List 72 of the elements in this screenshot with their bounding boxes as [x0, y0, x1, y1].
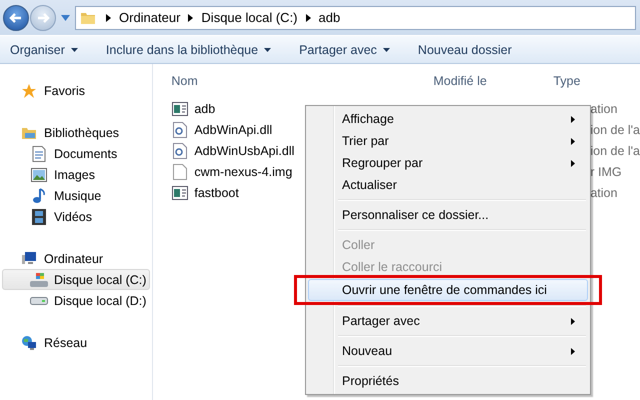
sidebar-label: Bibliothèques: [44, 126, 120, 140]
chevron-icon[interactable]: [306, 14, 311, 22]
toolbar-button[interactable]: Partager avec: [299, 42, 390, 56]
sidebar-item[interactable]: Disque local (C:): [2, 269, 150, 290]
sidebar-item[interactable]: Vidéos: [0, 206, 152, 227]
caret-icon: [264, 48, 272, 52]
drive-icon: [30, 272, 48, 288]
menu-item[interactable]: Trier par: [308, 130, 588, 152]
breadcrumb[interactable]: Disque local (C:): [201, 10, 298, 25]
menu-item[interactable]: Nouveau: [308, 340, 588, 362]
submenu-arrow-icon: [571, 348, 575, 354]
sidebar-label: Ordinateur: [44, 252, 104, 266]
sidebar-label: Disque local (D:): [54, 294, 146, 308]
submenu-arrow-icon: [571, 138, 575, 144]
file-type: ion de l'a: [590, 122, 640, 136]
sidebar-label: Disque local (C:): [54, 272, 146, 286]
file-type: ation: [590, 186, 618, 200]
star-icon: [21, 82, 37, 98]
sidebar-label: Réseau: [44, 336, 88, 350]
toolbar-button[interactable]: Inclure dans la bibliothèque: [106, 42, 272, 56]
chevron-icon[interactable]: [106, 14, 111, 22]
application-icon: [172, 102, 188, 116]
file-type: ion de l'a: [590, 144, 640, 158]
breadcrumb[interactable]: Ordinateur: [119, 10, 180, 25]
film-icon: [32, 208, 46, 224]
file-type: ation: [590, 102, 618, 116]
submenu-arrow-icon: [571, 116, 575, 122]
toolbar-button[interactable]: Nouveau dossier: [418, 42, 512, 56]
computer-icon: [21, 250, 37, 266]
globe-computer-icon: [21, 334, 37, 350]
caret-icon: [70, 48, 78, 52]
sidebar-item[interactable]: Bibliothèques: [0, 122, 152, 143]
submenu-arrow-icon: [571, 160, 575, 166]
gear-file-icon: [173, 122, 188, 138]
file-icon: [173, 164, 188, 180]
sidebar-item[interactable]: Images: [0, 164, 152, 185]
sidebar-item[interactable]: Disque local (D:): [0, 290, 152, 311]
sidebar-item[interactable]: Réseau: [0, 332, 152, 353]
column-header[interactable]: Nom: [169, 74, 434, 88]
sidebar-item[interactable]: Musique: [0, 185, 152, 206]
chevron-icon[interactable]: [188, 14, 194, 22]
gear-file-icon: [173, 142, 188, 158]
menu-item[interactable]: Regrouper par: [308, 152, 588, 174]
dropdown-icon[interactable]: [61, 14, 70, 20]
sidebar-label: Favoris: [44, 84, 85, 98]
sidebar-label: Documents: [54, 146, 118, 160]
column-header[interactable]: Modifié le: [433, 74, 554, 88]
music-note-icon: [32, 188, 46, 204]
submenu-arrow-icon: [571, 318, 575, 324]
sidebar-label: Vidéos: [54, 210, 92, 224]
sidebar-item[interactable]: Favoris: [0, 80, 152, 101]
menu-item[interactable]: Affichage: [308, 108, 588, 130]
document-icon: [32, 146, 46, 162]
caret-icon: [382, 48, 390, 52]
application-icon: [172, 186, 188, 200]
toolbar-button[interactable]: Organiser: [10, 42, 78, 56]
sidebar-label: Images: [54, 168, 95, 182]
back-button[interactable]: [3, 4, 29, 30]
menu-item[interactable]: Ouvrir une fenêtre de commandes ici: [308, 279, 588, 301]
menu-item[interactable]: Partager avec: [308, 310, 588, 332]
menu-item[interactable]: Actualiser: [308, 174, 588, 196]
sidebar-item[interactable]: Ordinateur: [0, 248, 152, 269]
sidebar-item[interactable]: Documents: [0, 143, 152, 164]
picture-icon: [31, 168, 47, 182]
file-type: r IMG: [590, 164, 622, 178]
address-field[interactable]: Ordinateur Disque local (C:) adb: [75, 6, 636, 30]
sidebar-label: Musique: [54, 188, 102, 202]
breadcrumb[interactable]: adb: [318, 10, 340, 25]
column-header[interactable]: Type: [553, 74, 580, 88]
drive-icon: [30, 296, 48, 304]
menu-item[interactable]: Personnaliser ce dossier...: [308, 204, 588, 226]
menu-item[interactable]: Propriétés: [308, 370, 588, 392]
